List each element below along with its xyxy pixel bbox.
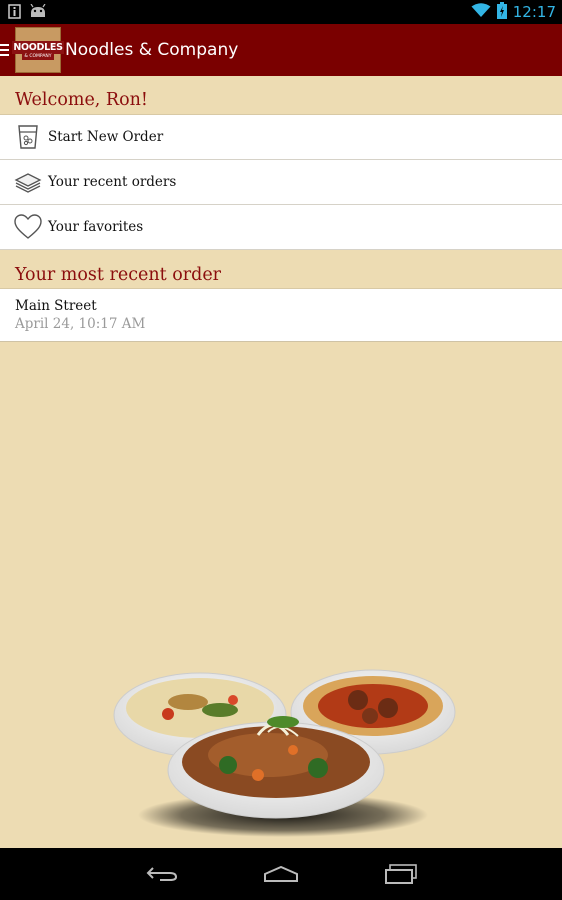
recent-orders-label: Your recent orders [48, 174, 177, 190]
status-bar: 12:17 [0, 0, 562, 24]
app-title: Noodles & Company [65, 40, 239, 60]
back-icon[interactable] [142, 860, 182, 888]
system-nav-bar [0, 848, 562, 900]
action-bar: NOODLES & COMPANY Noodles & Company [0, 24, 562, 76]
recent-order-datetime: April 24, 10:17 AM [15, 316, 146, 332]
favorites-item[interactable]: Your favorites [0, 205, 562, 250]
stack-icon [14, 168, 42, 196]
recent-order-location: Main Street [15, 298, 97, 314]
favorites-label: Your favorites [48, 219, 144, 235]
home-icon[interactable] [261, 860, 301, 888]
battery-icon [496, 1, 507, 23]
recent-apps-icon[interactable] [381, 860, 421, 888]
recent-orders-item[interactable]: Your recent orders [0, 160, 562, 205]
start-new-order-item[interactable]: Start New Order [0, 115, 562, 160]
recent-order-heading: Your most recent order [15, 265, 222, 285]
app-logo[interactable]: NOODLES & COMPANY [12, 27, 64, 73]
noodle-bowls-image [108, 640, 460, 840]
recent-order-card[interactable]: Main Street April 24, 10:17 AM [0, 288, 562, 342]
notification-icon [8, 4, 21, 23]
main-menu-list: Start New Order Your recent orders Your … [0, 114, 562, 250]
logo-text-main: NOODLES [12, 40, 64, 54]
heart-icon [14, 213, 42, 241]
cup-icon [14, 123, 42, 151]
welcome-heading: Welcome, Ron! [15, 90, 148, 110]
logo-text-sub: & COMPANY [22, 53, 54, 60]
wifi-icon [471, 2, 491, 22]
status-time: 12:17 [512, 3, 556, 21]
start-new-order-label: Start New Order [48, 129, 164, 145]
drawer-menu-icon[interactable] [0, 44, 12, 56]
android-icon [29, 3, 47, 23]
